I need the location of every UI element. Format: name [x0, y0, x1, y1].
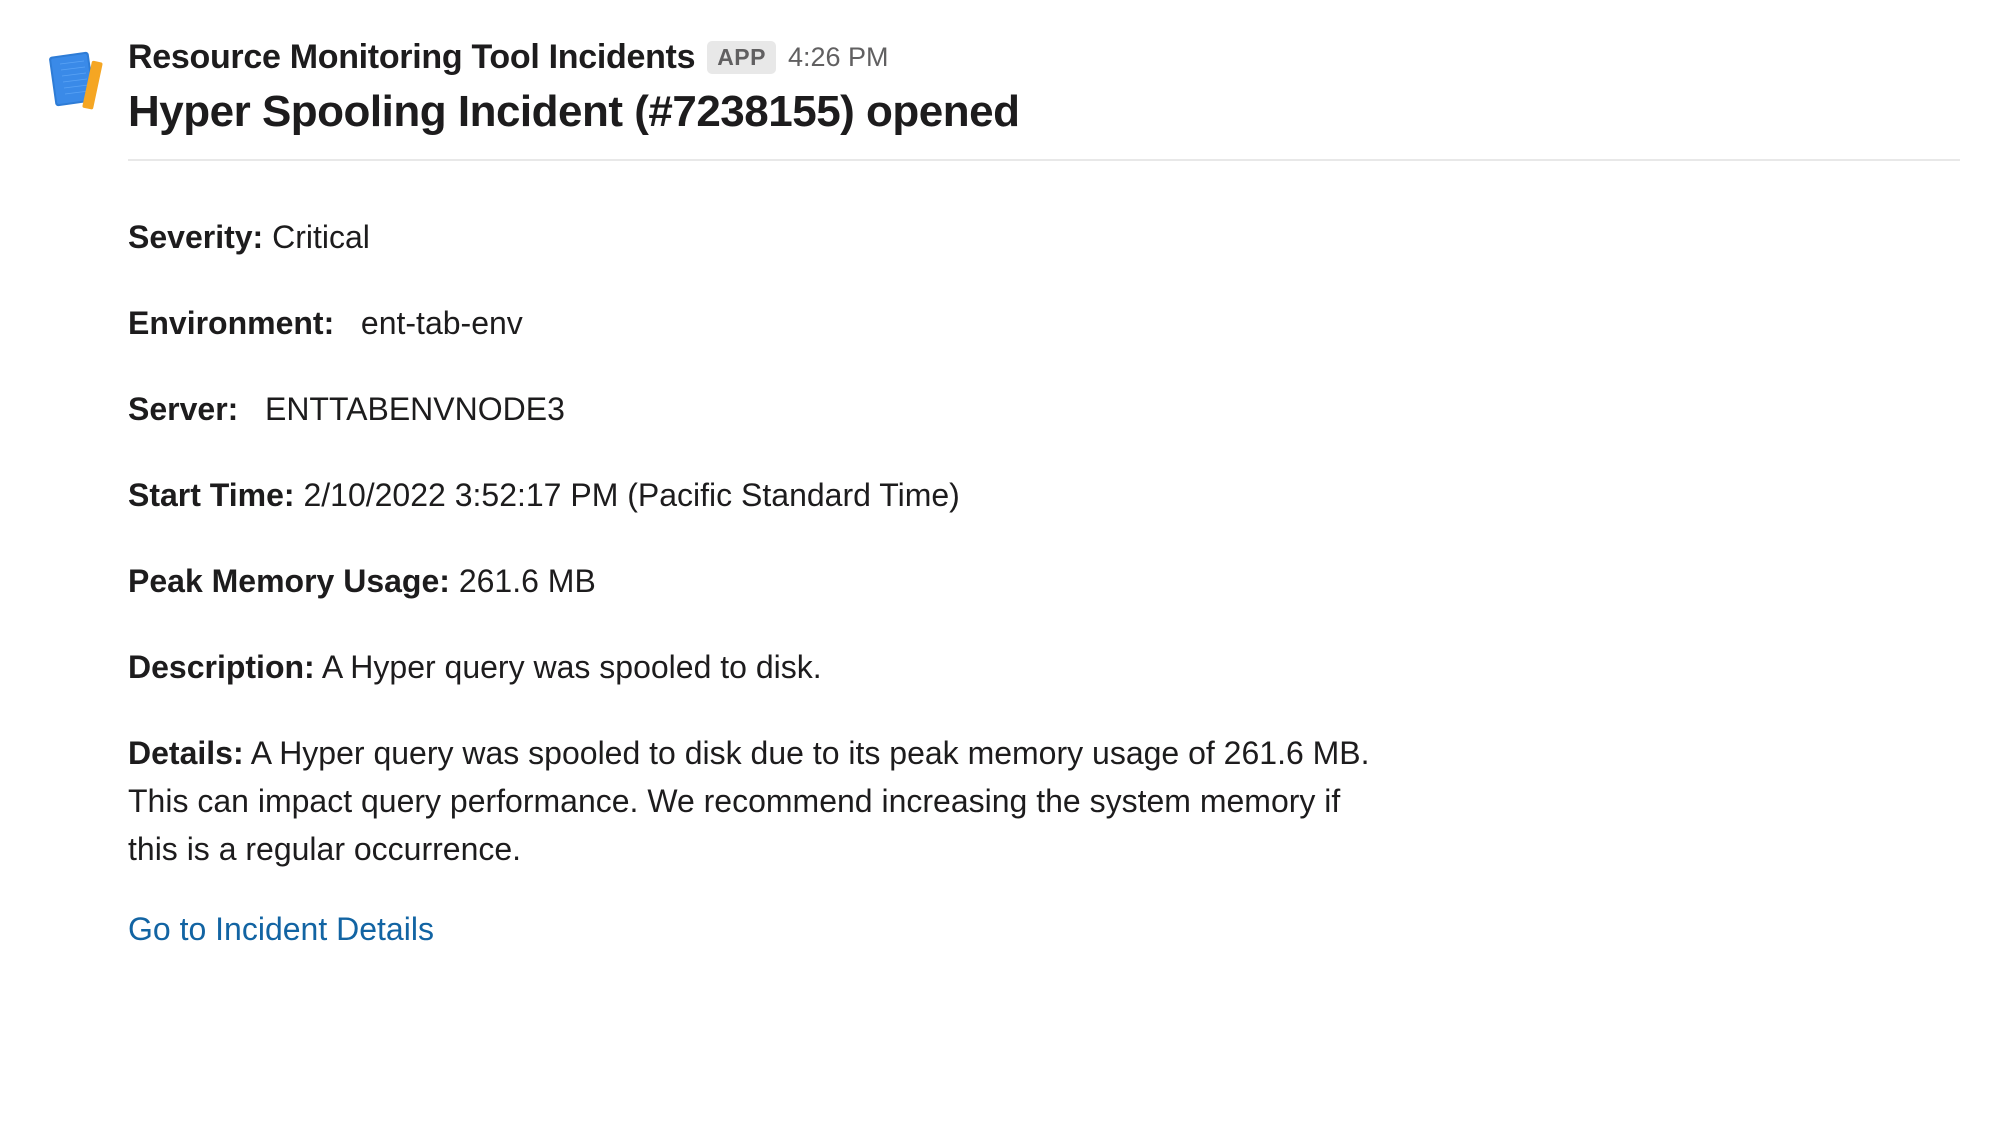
divider [128, 159, 1960, 161]
incident-details-link[interactable]: Go to Incident Details [128, 911, 434, 947]
app-name[interactable]: Resource Monitoring Tool Incidents [128, 38, 695, 77]
message-header: Resource Monitoring Tool Incidents APP 4… [128, 38, 1960, 77]
field-details: Details: A Hyper query was spooled to di… [128, 729, 1388, 873]
field-server-label: Server: [128, 391, 238, 427]
app-badge: APP [707, 41, 776, 74]
field-start-time-label: Start Time: [128, 477, 295, 513]
field-description-label: Description: [128, 649, 315, 685]
field-description-value: A Hyper query was spooled to disk. [322, 649, 822, 685]
field-severity-value: Critical [272, 219, 370, 255]
field-details-value: A Hyper query was spooled to disk due to… [128, 735, 1370, 867]
field-description: Description: A Hyper query was spooled t… [128, 643, 1960, 691]
field-peak-memory-value: 261.6 MB [459, 563, 596, 599]
field-start-time: Start Time: 2/10/2022 3:52:17 PM (Pacifi… [128, 471, 1960, 519]
field-environment: Environment: ent-tab-env [128, 299, 1960, 347]
field-environment-label: Environment: [128, 305, 334, 341]
app-avatar [40, 44, 110, 114]
field-details-label: Details: [128, 735, 244, 771]
field-server: Server: ENTTABENVNODE3 [128, 385, 1960, 433]
field-environment-value: ent-tab-env [361, 305, 523, 341]
field-peak-memory: Peak Memory Usage: 261.6 MB [128, 557, 1960, 605]
message-content: Resource Monitoring Tool Incidents APP 4… [128, 38, 1960, 948]
message-timestamp[interactable]: 4:26 PM [788, 42, 889, 73]
incident-title: Hyper Spooling Incident (#7238155) opene… [128, 87, 1960, 137]
field-server-value: ENTTABENVNODE3 [265, 391, 565, 427]
field-severity: Severity: Critical [128, 213, 1960, 261]
message-container: Resource Monitoring Tool Incidents APP 4… [40, 38, 1960, 948]
field-start-time-value: 2/10/2022 3:52:17 PM (Pacific Standard T… [303, 477, 959, 513]
app-avatar-icon [40, 44, 110, 114]
field-peak-memory-label: Peak Memory Usage: [128, 563, 450, 599]
field-severity-label: Severity: [128, 219, 263, 255]
